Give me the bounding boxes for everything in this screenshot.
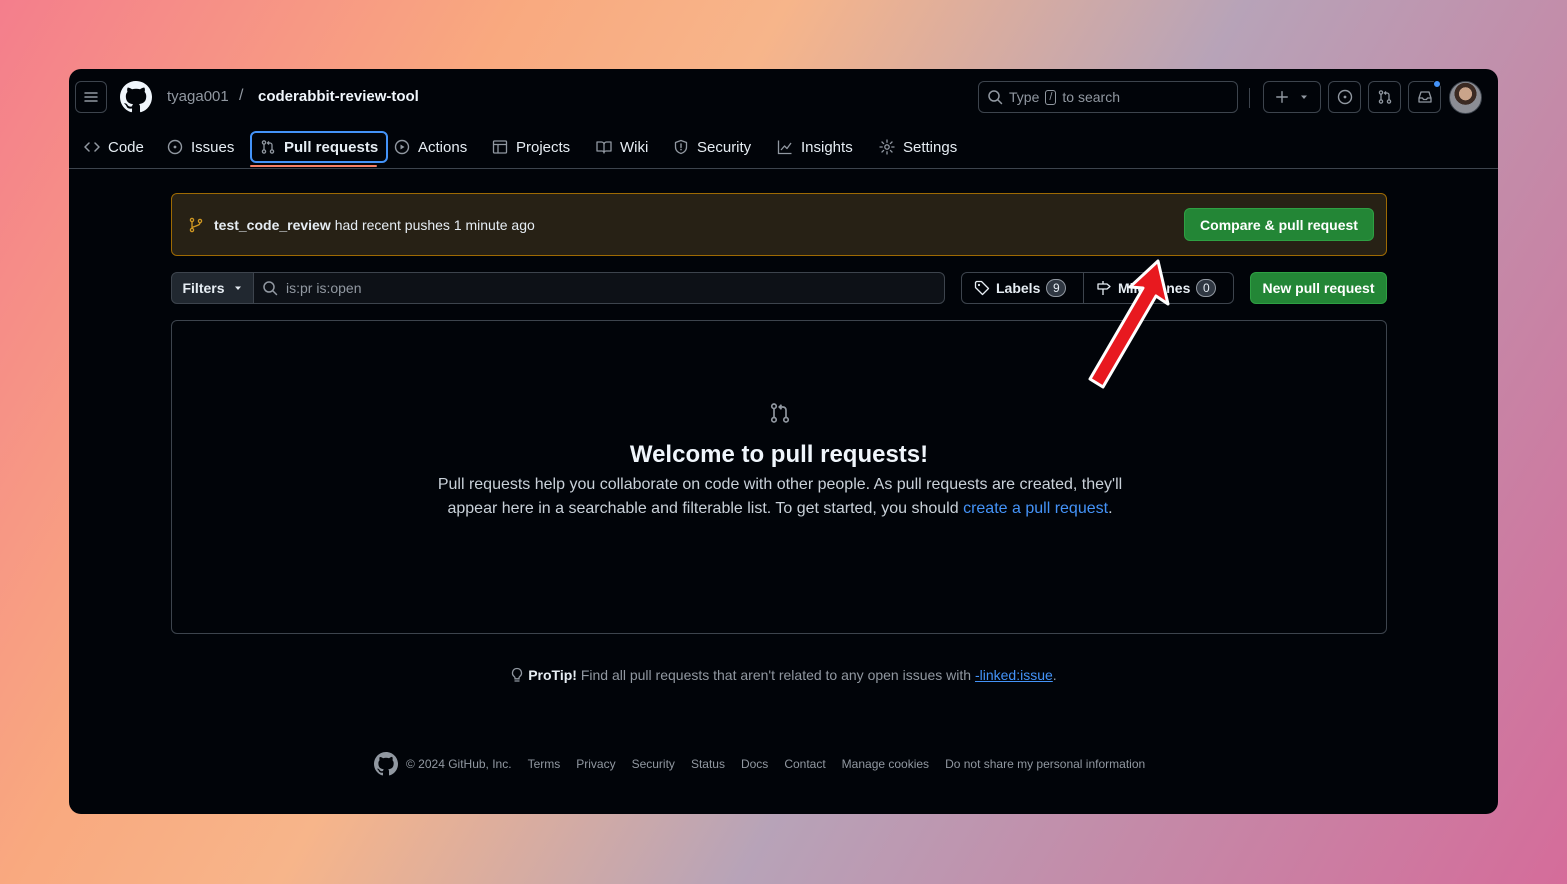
tab-settings-label: Settings xyxy=(903,138,958,156)
issue-opened-icon xyxy=(167,139,183,155)
issue-opened-icon xyxy=(1337,89,1352,105)
pr-search-query: is:pr is:open xyxy=(286,280,362,296)
new-pull-request-button[interactable]: New pull request xyxy=(1250,272,1387,304)
compare-pull-request-button[interactable]: Compare & pull request xyxy=(1184,208,1374,241)
protip: ProTip! Find all pull requests that aren… xyxy=(69,667,1498,683)
issues-button[interactable] xyxy=(1328,81,1361,113)
table-icon xyxy=(492,140,508,154)
milestones-button[interactable]: Milestones 0 xyxy=(1083,272,1234,304)
footer-link-terms[interactable]: Terms xyxy=(528,757,561,771)
gear-icon xyxy=(879,139,895,155)
tab-security-label: Security xyxy=(697,138,752,156)
milestone-icon xyxy=(1097,281,1111,295)
tab-projects-label: Projects xyxy=(516,138,571,156)
tab-issues-label: Issues xyxy=(191,138,235,156)
footer-link-contact[interactable]: Contact xyxy=(784,757,825,771)
code-icon xyxy=(84,142,100,152)
tab-actions[interactable]: Actions xyxy=(386,131,475,163)
footer-link-security[interactable]: Security xyxy=(632,757,675,771)
inbox-icon xyxy=(1417,91,1432,103)
shield-icon xyxy=(674,139,688,155)
tab-code-label: Code xyxy=(108,138,144,156)
repo-name-link[interactable]: coderabbit-review-tool xyxy=(258,88,419,105)
user-avatar[interactable] xyxy=(1449,81,1482,114)
tab-actions-label: Actions xyxy=(418,138,468,156)
milestones-label: Milestones xyxy=(1118,280,1191,296)
empty-state-description: Pull requests help you collaborate on co… xyxy=(437,473,1123,521)
tab-issues[interactable]: Issues xyxy=(159,131,242,163)
labels-button[interactable]: Labels 9 xyxy=(961,272,1084,304)
footer-link-privacy[interactable]: Privacy xyxy=(576,757,615,771)
footer-link-do-not-share[interactable]: Do not share my personal information xyxy=(945,757,1145,771)
tab-insights[interactable]: Insights xyxy=(769,131,861,163)
light-bulb-icon xyxy=(512,667,523,682)
filters-button[interactable]: Filters xyxy=(171,272,254,304)
triangle-down-icon xyxy=(234,286,241,290)
footer-link-docs[interactable]: Docs xyxy=(741,757,768,771)
empty-state: Welcome to pull requests! Pull requests … xyxy=(171,320,1387,634)
tab-wiki-label: Wiki xyxy=(620,138,649,156)
repo-nav: Code Issues Pull requests Actions Projec… xyxy=(69,125,1498,169)
tab-pull-requests-label: Pull requests xyxy=(284,138,379,156)
milestones-count: 0 xyxy=(1196,279,1217,297)
search-prefix: Type xyxy=(1009,89,1040,105)
site-footer: © 2024 GitHub, Inc. Terms Privacy Securi… xyxy=(374,752,1145,776)
github-logo-icon[interactable] xyxy=(120,81,152,118)
search-shortcut-key: / xyxy=(1045,89,1057,105)
tab-projects[interactable]: Projects xyxy=(484,131,578,163)
linked-issue-link[interactable]: -linked:issue xyxy=(975,667,1053,683)
header-divider xyxy=(1249,88,1250,108)
browser-window: tyaga001 / coderabbit-review-tool Type /… xyxy=(69,69,1498,814)
book-icon xyxy=(596,141,612,154)
pr-search-input[interactable]: is:pr is:open xyxy=(253,272,945,304)
footer-link-status[interactable]: Status xyxy=(691,757,725,771)
empty-state-title: Welcome to pull requests! xyxy=(629,441,929,468)
github-mark-icon[interactable] xyxy=(374,752,398,776)
tab-insights-label: Insights xyxy=(801,138,853,156)
git-pull-request-icon xyxy=(1378,90,1391,104)
labels-label: Labels xyxy=(996,280,1041,296)
tag-icon xyxy=(974,280,990,296)
tab-settings[interactable]: Settings xyxy=(871,131,965,163)
tab-wiki[interactable]: Wiki xyxy=(588,131,656,163)
search-icon xyxy=(263,281,278,296)
tab-security[interactable]: Security xyxy=(665,131,759,163)
pushed-branch-name[interactable]: test_code_review xyxy=(214,217,331,233)
filters-label: Filters xyxy=(182,280,225,296)
pull-requests-button[interactable] xyxy=(1368,81,1401,113)
notification-indicator xyxy=(1433,80,1441,88)
empty-state-period: . xyxy=(1108,500,1113,517)
graph-icon xyxy=(777,140,792,155)
app-header: tyaga001 / coderabbit-review-tool Type /… xyxy=(69,69,1498,125)
active-tab-indicator xyxy=(250,165,377,167)
search-suffix: to search xyxy=(1062,89,1121,105)
repo-owner-link[interactable]: tyaga001 xyxy=(167,88,229,105)
git-pull-request-icon xyxy=(770,403,790,423)
triangle-down-icon xyxy=(1301,95,1307,99)
menu-button[interactable] xyxy=(75,81,107,113)
git-pull-request-icon xyxy=(261,140,275,154)
tab-code[interactable]: Code xyxy=(76,131,152,163)
hamburger-icon xyxy=(84,92,98,102)
footer-link-manage-cookies[interactable]: Manage cookies xyxy=(842,757,929,771)
protip-label: ProTip! xyxy=(528,667,577,683)
plus-icon xyxy=(1276,91,1288,103)
create-new-button[interactable] xyxy=(1263,81,1321,113)
search-input[interactable]: Type / to search xyxy=(978,81,1238,113)
labels-count: 9 xyxy=(1046,279,1067,297)
recent-push-message: had recent pushes 1 minute ago xyxy=(334,216,535,233)
protip-period: . xyxy=(1052,667,1057,683)
create-pull-request-link[interactable]: create a pull request xyxy=(963,500,1108,517)
path-separator: / xyxy=(239,87,244,104)
git-branch-icon xyxy=(189,217,203,232)
tab-pull-requests[interactable]: Pull requests xyxy=(250,131,389,163)
search-icon xyxy=(988,90,1003,105)
protip-text: Find all pull requests that aren't relat… xyxy=(580,667,972,683)
footer-copyright: © 2024 GitHub, Inc. xyxy=(406,757,512,771)
play-icon xyxy=(394,139,410,155)
